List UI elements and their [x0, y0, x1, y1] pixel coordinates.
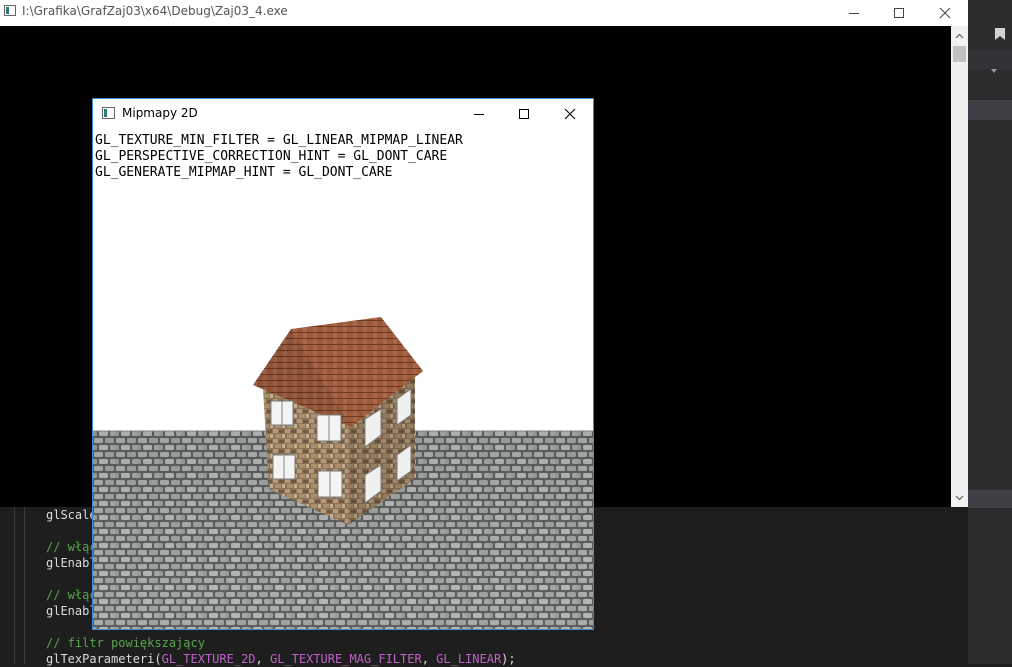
rendered-scene — [93, 317, 593, 629]
dropdown-arrow-icon[interactable] — [990, 60, 998, 79]
code-line[interactable]: glEnabl — [46, 555, 97, 571]
console-scroll-thumb[interactable] — [953, 46, 966, 62]
editor-gutter-line — [14, 507, 15, 664]
gl-minimize-button[interactable] — [456, 99, 501, 129]
gl-window-title: Mipmapy 2D — [122, 106, 198, 120]
bookmark-icon[interactable] — [994, 26, 1006, 45]
gl-close-button[interactable] — [547, 99, 592, 129]
console-close-button[interactable] — [922, 0, 968, 26]
console-maximize-button[interactable] — [876, 0, 922, 26]
editor-gutter-line — [24, 507, 25, 664]
ide-toolbar-strip — [968, 490, 1012, 508]
code-comment[interactable]: // włąc — [46, 587, 97, 603]
code-comment[interactable]: // włąc — [46, 539, 97, 555]
scroll-down-icon[interactable] — [951, 489, 968, 506]
gl-app-icon — [102, 107, 115, 119]
code-line[interactable]: glTexParameteri(GL_TEXTURE_2D, GL_TEXTUR… — [46, 651, 516, 667]
gl-render-canvas[interactable]: GL_TEXTURE_MIN_FILTER = GL_LINEAR_MIPMAP… — [93, 129, 593, 629]
console-scrollbar[interactable] — [951, 26, 968, 507]
code-line[interactable]: glScale — [46, 507, 97, 523]
code-comment[interactable]: // filtr powiększający — [46, 635, 205, 651]
gl-maximize-button[interactable] — [501, 99, 546, 129]
console-title: I:\Grafika\GrafZaj03\x64\Debug\Zaj03_4.e… — [22, 4, 288, 18]
ide-tab-strip — [968, 100, 1012, 120]
code-line[interactable]: glEnabl — [46, 603, 97, 619]
scroll-up-icon[interactable] — [951, 27, 968, 44]
console-app-icon — [4, 5, 16, 16]
console-minimize-button[interactable] — [831, 0, 877, 26]
